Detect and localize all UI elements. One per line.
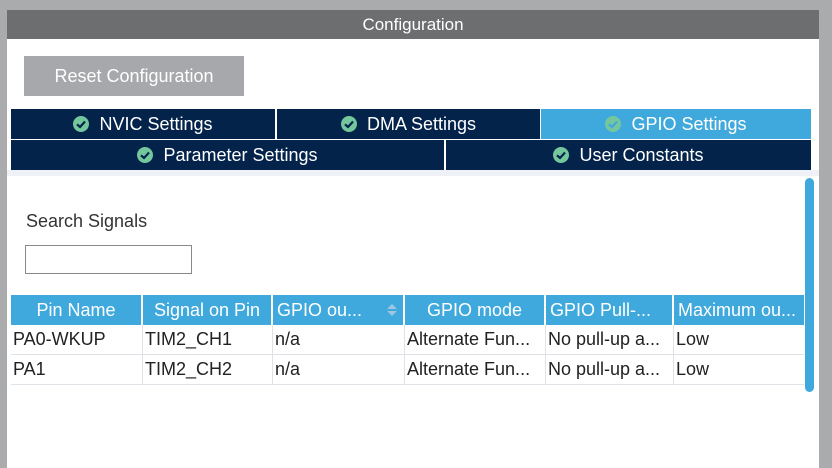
column-header-pin-name[interactable]: Pin Name	[11, 295, 143, 325]
tab-label: GPIO Settings	[631, 113, 747, 134]
check-circle-icon	[605, 116, 622, 132]
window-title: Configuration	[7, 10, 819, 39]
tab-dma-settings[interactable]: DMA Settings	[277, 109, 540, 139]
cell-signal-on-pin: TIM2_CH2	[143, 355, 273, 384]
column-header-maximum-output-speed[interactable]: Maximum ou...	[674, 295, 807, 325]
tab-label: Parameter Settings	[163, 144, 318, 165]
check-circle-icon	[553, 147, 570, 163]
tab-parameter-settings[interactable]: Parameter Settings	[11, 140, 444, 170]
check-circle-icon	[137, 147, 154, 163]
cell-signal-on-pin: TIM2_CH1	[143, 325, 273, 354]
search-signals-input[interactable]	[25, 245, 192, 274]
cell-maximum-output-speed: Low	[676, 329, 710, 349]
table-header: Pin Name Signal on Pin GPIO ou... GPIO m…	[11, 295, 807, 325]
reset-configuration-button[interactable]: Reset Configuration	[24, 56, 244, 96]
cell-gpio-pull: No pull-up a...	[546, 355, 674, 384]
tab-label: DMA Settings	[366, 113, 477, 134]
tab-user-constants[interactable]: User Constants	[446, 140, 811, 170]
cell-maximum-output-speed: Low	[676, 359, 710, 379]
signals-table: Pin Name Signal on Pin GPIO ou... GPIO m…	[11, 295, 807, 385]
column-header-signal-on-pin[interactable]: Signal on Pin	[143, 295, 273, 325]
column-header-label: GPIO ou...	[277, 299, 363, 320]
sort-icon[interactable]	[387, 304, 397, 316]
column-header-gpio-pull[interactable]: GPIO Pull-...	[546, 295, 674, 325]
cell-gpio-mode: Alternate Fun...	[405, 355, 546, 384]
cell-gpio-output-level: n/a	[273, 325, 405, 354]
tab-label: NVIC Settings	[99, 113, 213, 134]
check-circle-icon	[340, 116, 357, 132]
search-signals-label: Search Signals	[26, 211, 148, 231]
tab-nvic-settings[interactable]: NVIC Settings	[11, 109, 275, 139]
table-row[interactable]: PA0-WKUP TIM2_CH1 n/a Alternate Fun... N…	[11, 325, 807, 355]
scrollbar-thumb[interactable]	[805, 178, 814, 392]
check-circle-icon	[73, 116, 90, 132]
cell-gpio-pull: No pull-up a...	[546, 325, 674, 354]
configuration-panel: Configuration Reset Configuration NVIC S…	[7, 0, 819, 468]
cell-pin-name: PA1	[11, 355, 143, 384]
column-header-gpio-output-level[interactable]: GPIO ou...	[273, 295, 405, 325]
tab-label: User Constants	[579, 144, 704, 165]
cell-gpio-output-level: n/a	[273, 355, 405, 384]
table-row[interactable]: PA1 TIM2_CH2 n/a Alternate Fun... No pul…	[11, 355, 807, 385]
cell-pin-name: PA0-WKUP	[11, 325, 143, 354]
top-strip	[7, 0, 819, 10]
tab-gpio-settings[interactable]: GPIO Settings	[541, 109, 811, 139]
column-header-gpio-mode[interactable]: GPIO mode	[405, 295, 546, 325]
cell-gpio-mode: Alternate Fun...	[405, 325, 546, 354]
